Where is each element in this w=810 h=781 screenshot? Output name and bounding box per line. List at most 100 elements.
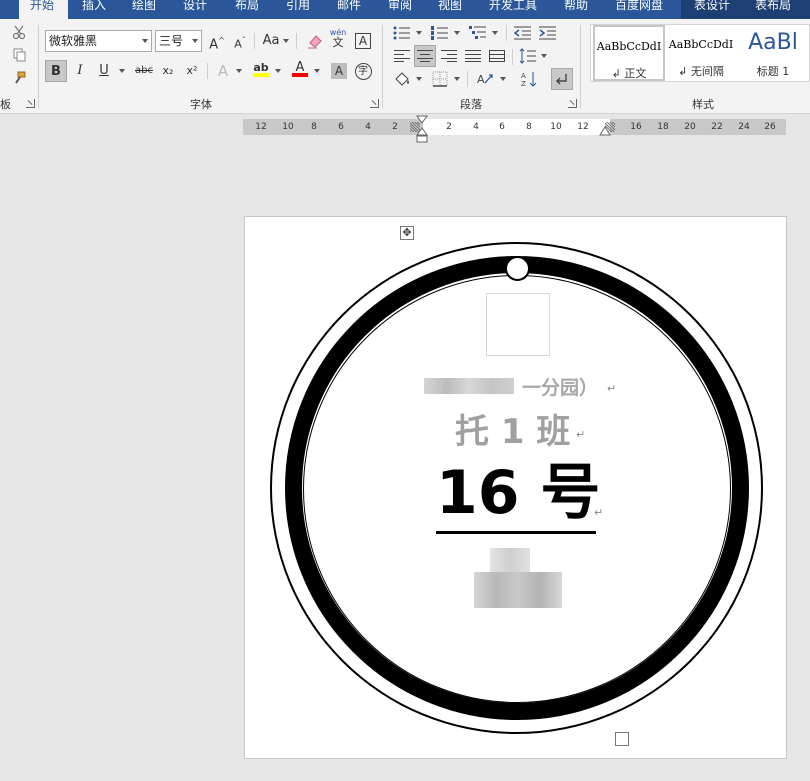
tab-help[interactable]: 帮助 bbox=[564, 0, 588, 19]
shrink-font-button[interactable]: Aˇ bbox=[229, 30, 251, 52]
character-border-button[interactable]: A bbox=[352, 30, 374, 52]
chevron-down-icon[interactable] bbox=[283, 38, 289, 44]
font-size-value: 三号 bbox=[159, 34, 184, 48]
ruler-tick: 12 bbox=[255, 122, 267, 132]
group-divider bbox=[254, 33, 255, 49]
strikethrough-button[interactable]: abc bbox=[132, 60, 156, 82]
chevron-down-icon[interactable] bbox=[275, 68, 281, 74]
clear-formatting-button[interactable] bbox=[304, 30, 326, 52]
italic-button[interactable]: I bbox=[69, 60, 91, 82]
tab-developer[interactable]: 开发工具 bbox=[489, 0, 537, 19]
format-painter-icon[interactable] bbox=[8, 67, 30, 89]
class-name: 托 1 班 bbox=[455, 412, 571, 452]
multilevel-list-button[interactable] bbox=[467, 22, 489, 44]
phonetic-guide-button[interactable]: wén 文 bbox=[327, 28, 349, 50]
group-divider bbox=[580, 25, 581, 109]
increase-indent-button[interactable] bbox=[537, 22, 559, 44]
tab-design[interactable]: 设计 bbox=[183, 0, 207, 19]
chevron-down-icon[interactable] bbox=[314, 68, 320, 74]
font-color-button[interactable]: A bbox=[289, 57, 311, 79]
borders-button[interactable] bbox=[429, 68, 451, 90]
show-formatting-marks-button[interactable] bbox=[551, 68, 573, 90]
tab-review[interactable]: 审阅 bbox=[388, 0, 412, 19]
copy-icon[interactable] bbox=[8, 44, 30, 66]
tab-layout[interactable]: 布局 bbox=[235, 0, 259, 19]
enclose-characters-button[interactable]: 字 bbox=[352, 60, 374, 82]
chevron-down-icon[interactable] bbox=[454, 76, 460, 82]
bullets-button[interactable] bbox=[391, 22, 413, 44]
superscript-button[interactable]: x² bbox=[181, 60, 203, 82]
text-effects-button[interactable]: A bbox=[212, 60, 234, 82]
clipboard-dialog-launcher[interactable] bbox=[26, 99, 35, 108]
ruler-tick: 20 bbox=[684, 122, 696, 132]
chevron-down-icon[interactable] bbox=[492, 30, 498, 36]
chevron-down-icon[interactable] bbox=[416, 30, 422, 36]
distributed-button[interactable] bbox=[486, 45, 508, 67]
enclose-characters-icon: 字 bbox=[354, 63, 372, 80]
styles-gallery: AaBbCcDdI ↲ 正文 AaBbCcDdI ↲ 无间隔 AaBl 标题 1 bbox=[590, 24, 810, 82]
tab-insert[interactable]: 插入 bbox=[82, 0, 106, 19]
chevron-down-icon[interactable] bbox=[500, 76, 506, 82]
grow-font-button[interactable]: A^ bbox=[206, 30, 228, 52]
style-name: ↲ 正文 bbox=[611, 67, 647, 80]
photo-placeholder[interactable] bbox=[486, 293, 550, 356]
chevron-down-icon[interactable] bbox=[119, 68, 125, 74]
underline-button[interactable]: U bbox=[93, 60, 115, 82]
chevron-down-icon[interactable] bbox=[454, 30, 460, 36]
style-no-spacing[interactable]: AaBbCcDdI ↲ 无间隔 bbox=[665, 25, 737, 81]
horizontal-ruler[interactable]: 12 10 8 6 4 2 2 4 6 8 10 12 16 18 20 22 … bbox=[243, 119, 786, 135]
align-right-button[interactable] bbox=[438, 45, 460, 67]
font-name-value: 微软雅黑 bbox=[49, 34, 98, 48]
style-sample: AaBbCcDdI bbox=[596, 40, 662, 53]
tab-view[interactable]: 视图 bbox=[438, 0, 462, 19]
tab-table-design[interactable]: 表设计 bbox=[694, 0, 730, 19]
style-normal[interactable]: AaBbCcDdI ↲ 正文 bbox=[593, 25, 665, 81]
tab-table-layout[interactable]: 表布局 bbox=[755, 0, 791, 19]
ribbon-tab-bar: 开始 插入 绘图 设计 布局 引用 邮件 审阅 视图 开发工具 帮助 百度网盘 … bbox=[0, 0, 810, 19]
chevron-down-icon[interactable] bbox=[541, 53, 547, 59]
styles-group-label: 样式 bbox=[692, 98, 714, 111]
justify-button[interactable] bbox=[462, 45, 484, 67]
right-indent-marker-icon[interactable] bbox=[599, 124, 611, 137]
eraser-icon bbox=[308, 35, 322, 49]
tab-draw[interactable]: 绘图 bbox=[132, 0, 156, 19]
tab-mailings[interactable]: 邮件 bbox=[337, 0, 361, 19]
group-divider bbox=[296, 33, 297, 49]
numbering-button[interactable] bbox=[429, 22, 451, 44]
bold-button[interactable]: B bbox=[45, 60, 67, 82]
style-heading-1[interactable]: AaBl 标题 1 bbox=[737, 25, 809, 81]
tab-references[interactable]: 引用 bbox=[286, 0, 310, 19]
paragraph-mark: ↵ bbox=[607, 382, 617, 395]
table-resize-handle[interactable] bbox=[615, 732, 629, 746]
highlight-button[interactable]: ab bbox=[250, 57, 272, 79]
font-size-combo[interactable]: 三号 bbox=[155, 30, 202, 52]
change-case-button[interactable]: Aa bbox=[259, 30, 283, 52]
paragraph-dialog-launcher[interactable] bbox=[568, 99, 577, 108]
tab-baidu-netdisk[interactable]: 百度网盘 bbox=[615, 0, 663, 19]
ruler-tick: 10 bbox=[282, 122, 294, 132]
chevron-down-icon[interactable] bbox=[416, 76, 422, 82]
align-right-icon bbox=[441, 50, 457, 62]
table-move-handle-icon[interactable]: ✥ bbox=[400, 226, 414, 240]
subscript-button[interactable]: x₂ bbox=[157, 60, 179, 82]
tab-home[interactable]: 开始 bbox=[19, 0, 68, 19]
character-border-icon: A bbox=[355, 33, 371, 49]
numbering-icon bbox=[431, 26, 448, 40]
sort-button[interactable]: AZ bbox=[519, 68, 541, 90]
character-shading-button[interactable]: A bbox=[328, 60, 350, 82]
indent-marker-icon[interactable] bbox=[416, 115, 428, 143]
align-center-button[interactable] bbox=[414, 45, 436, 67]
decrease-indent-button[interactable] bbox=[512, 22, 534, 44]
cut-icon[interactable] bbox=[8, 21, 30, 43]
align-left-button[interactable] bbox=[391, 45, 413, 67]
shading-button[interactable] bbox=[391, 68, 413, 90]
grow-font-icon: A bbox=[209, 37, 219, 53]
font-dialog-launcher[interactable] bbox=[370, 99, 379, 108]
redacted-student-name bbox=[490, 548, 530, 574]
chevron-down-icon[interactable] bbox=[236, 68, 242, 74]
student-number: 16 号 bbox=[436, 455, 600, 534]
font-name-combo[interactable]: 微软雅黑 bbox=[45, 30, 152, 52]
chinese-layout-button[interactable]: A bbox=[475, 68, 497, 90]
ruler-tick: 18 bbox=[657, 122, 669, 132]
line-spacing-button[interactable] bbox=[517, 45, 539, 67]
